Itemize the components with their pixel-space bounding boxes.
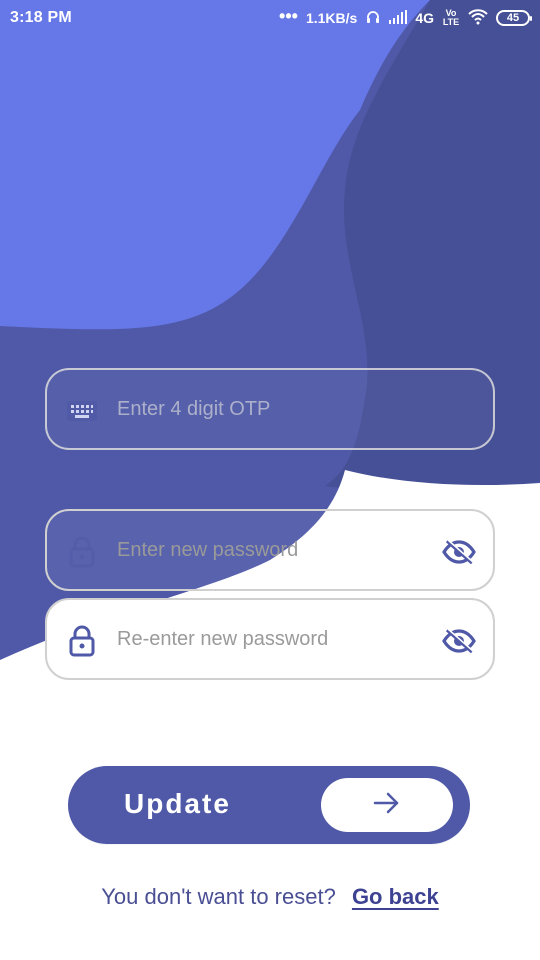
battery-level: 45	[506, 12, 520, 24]
lock-icon	[67, 625, 97, 657]
update-arrow-pill	[321, 778, 453, 832]
status-dots: •••	[279, 6, 298, 26]
update-label: Update	[124, 788, 231, 819]
battery-indicator: 45	[496, 10, 532, 26]
reenter-password-field[interactable]	[45, 598, 495, 680]
arrow-right-icon	[373, 791, 401, 820]
network-speed: 1.1KB/s	[305, 10, 358, 26]
reset-prompt: You don't want to reset? Go back	[0, 884, 540, 910]
reset-question: You don't want to reset?	[101, 884, 336, 909]
keyboard-icon	[67, 396, 97, 426]
otp-input[interactable]	[117, 370, 428, 448]
status-icons: ••• 1.1KB/s 4G Vo LTE 45	[279, 6, 532, 30]
status-time: 3:18 PM	[10, 9, 72, 26]
update-button[interactable]: Update	[68, 766, 470, 844]
signal-icon	[389, 9, 408, 27]
lock-icon	[67, 536, 97, 568]
new-password-input[interactable]	[117, 511, 428, 589]
wifi-icon	[468, 8, 488, 28]
otp-field[interactable]	[45, 368, 495, 450]
go-back-link[interactable]: Go back	[352, 884, 439, 909]
eye-off-icon[interactable]	[441, 626, 477, 656]
status-bar: 3:18 PM ••• 1.1KB/s 4G Vo LTE 45	[0, 0, 540, 36]
headphones-icon	[365, 9, 381, 28]
network-label: 4G	[415, 10, 434, 26]
eye-off-icon[interactable]	[441, 537, 477, 567]
new-password-field[interactable]	[45, 509, 495, 591]
reenter-password-input[interactable]	[117, 600, 428, 678]
volte-label: Vo LTE	[442, 8, 460, 27]
